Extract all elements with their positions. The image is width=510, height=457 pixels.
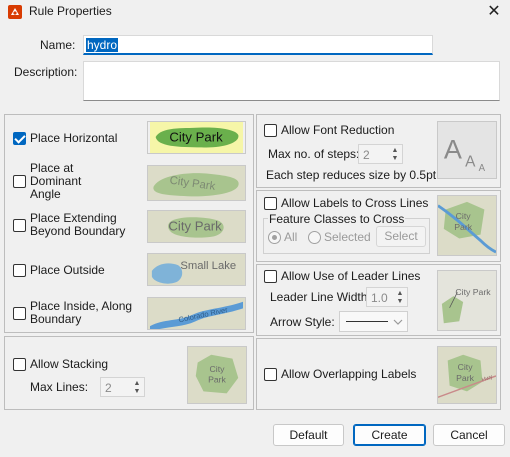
- place-extending-line-2: Beyond Boundary: [30, 224, 126, 238]
- place-inside-along-checkbox[interactable]: [13, 307, 26, 320]
- cross-lines-preview: City Park: [437, 195, 497, 256]
- stacking-preview-text-1: City: [210, 364, 226, 374]
- place-extending-preview-text: City Park: [168, 219, 222, 234]
- chevron-down-icon: [393, 319, 403, 325]
- font-letter-medium: A: [465, 153, 476, 170]
- leader-lines-preview-text: City Park: [455, 287, 491, 297]
- max-steps-label: Max no. of steps:: [268, 147, 360, 161]
- overlap-preview-text-1: City: [458, 362, 474, 372]
- create-button[interactable]: Create: [353, 424, 426, 446]
- place-extending-preview: City Park: [147, 210, 246, 243]
- name-label: Name:: [40, 38, 76, 52]
- allow-leader-lines-label: Allow Use of Leader Lines: [281, 269, 421, 283]
- place-inside-along-preview: Colorado River: [147, 297, 246, 330]
- spin-down-icon[interactable]: ▼: [393, 297, 407, 306]
- place-horizontal-preview-text: City Park: [169, 130, 223, 145]
- stacking-preview: City Park: [187, 346, 247, 404]
- radio-selected[interactable]: [308, 231, 321, 244]
- overlap-preview-text-2: Park: [456, 373, 474, 383]
- close-icon: ✕: [487, 3, 501, 20]
- allow-font-reduction-checkbox[interactable]: [264, 124, 277, 137]
- allow-overlapping-label: Allow Overlapping Labels: [281, 367, 417, 381]
- default-button[interactable]: Default: [273, 424, 344, 446]
- name-input[interactable]: hydro: [83, 35, 433, 55]
- place-outside-label: Place Outside: [30, 263, 105, 277]
- place-outside-preview-text: Small Lake: [180, 260, 236, 272]
- description-label: Description:: [14, 65, 78, 79]
- stacking-preview-text-2: Park: [208, 375, 226, 385]
- leader-width-spinner[interactable]: 1.0 ▲ ▼: [366, 287, 408, 307]
- description-textarea[interactable]: [83, 61, 500, 101]
- cross-lines-preview-text-1: City: [456, 211, 472, 221]
- radio-selected-label: Selected: [324, 230, 371, 244]
- max-steps-value: 2: [363, 148, 370, 162]
- arrow-style-line: [346, 321, 388, 322]
- allow-cross-lines-label: Allow Labels to Cross Lines: [281, 196, 429, 210]
- radio-all[interactable]: [268, 231, 281, 244]
- spin-down-icon[interactable]: ▼: [388, 154, 402, 163]
- cross-lines-preview-text-2: Park: [454, 222, 473, 232]
- place-horizontal-label: Place Horizontal: [30, 131, 118, 145]
- window-title: Rule Properties: [29, 4, 112, 18]
- font-reduction-note: Each step reduces size by 0.5pt.: [266, 168, 440, 182]
- allow-overlapping-checkbox[interactable]: [264, 368, 277, 381]
- max-steps-spinner[interactable]: 2 ▲ ▼: [358, 144, 403, 164]
- app-icon: [8, 5, 22, 19]
- spin-down-icon[interactable]: ▼: [130, 387, 144, 396]
- font-letter-small: A: [479, 163, 486, 174]
- place-outside-preview: Small Lake: [147, 253, 246, 286]
- font-letter-large: A: [444, 135, 462, 165]
- place-horizontal-preview: City Park: [147, 121, 246, 154]
- max-lines-value: 2: [105, 381, 112, 395]
- cancel-button[interactable]: Cancel: [433, 424, 505, 446]
- close-button[interactable]: ✕: [478, 0, 510, 24]
- overlap-preview: City Park Hwy: [437, 346, 497, 404]
- allow-stacking-checkbox[interactable]: [13, 358, 26, 371]
- font-reduction-preview: A A A: [437, 121, 497, 179]
- allow-stacking-label: Allow Stacking: [30, 357, 109, 371]
- arrow-style-label: Arrow Style:: [270, 315, 335, 329]
- place-outside-checkbox[interactable]: [13, 264, 26, 277]
- place-dominant-angle-label: Place at Dominant Angle: [30, 162, 81, 201]
- leader-width-value: 1.0: [371, 291, 388, 305]
- place-inside-along-label: Place Inside, Along Boundary: [30, 300, 132, 326]
- max-lines-spinner[interactable]: 2 ▲ ▼: [100, 377, 145, 397]
- allow-font-reduction-label: Allow Font Reduction: [281, 123, 395, 137]
- radio-all-label: All: [284, 230, 298, 244]
- allow-cross-lines-checkbox[interactable]: [264, 197, 277, 210]
- select-button[interactable]: Select: [376, 226, 426, 247]
- place-horizontal-checkbox[interactable]: [13, 132, 26, 145]
- leader-width-label: Leader Line Width:: [270, 290, 371, 304]
- max-lines-label: Max Lines:: [30, 380, 89, 394]
- place-inside-along-line-2: Boundary: [30, 312, 82, 326]
- place-dominant-angle-preview: City Park: [147, 165, 246, 201]
- place-dominant-angle-checkbox[interactable]: [13, 175, 26, 188]
- place-extending-checkbox[interactable]: [13, 219, 26, 232]
- place-dominant-angle-line-3: Angle: [30, 187, 61, 201]
- arrow-style-dropdown[interactable]: [339, 311, 408, 332]
- place-extending-label: Place Extending Beyond Boundary: [30, 212, 125, 238]
- feature-classes-label: Feature Classes to Cross: [268, 212, 406, 226]
- allow-leader-lines-checkbox[interactable]: [264, 270, 277, 283]
- name-input-value: hydro: [86, 38, 119, 52]
- leader-lines-preview: City Park: [437, 270, 497, 331]
